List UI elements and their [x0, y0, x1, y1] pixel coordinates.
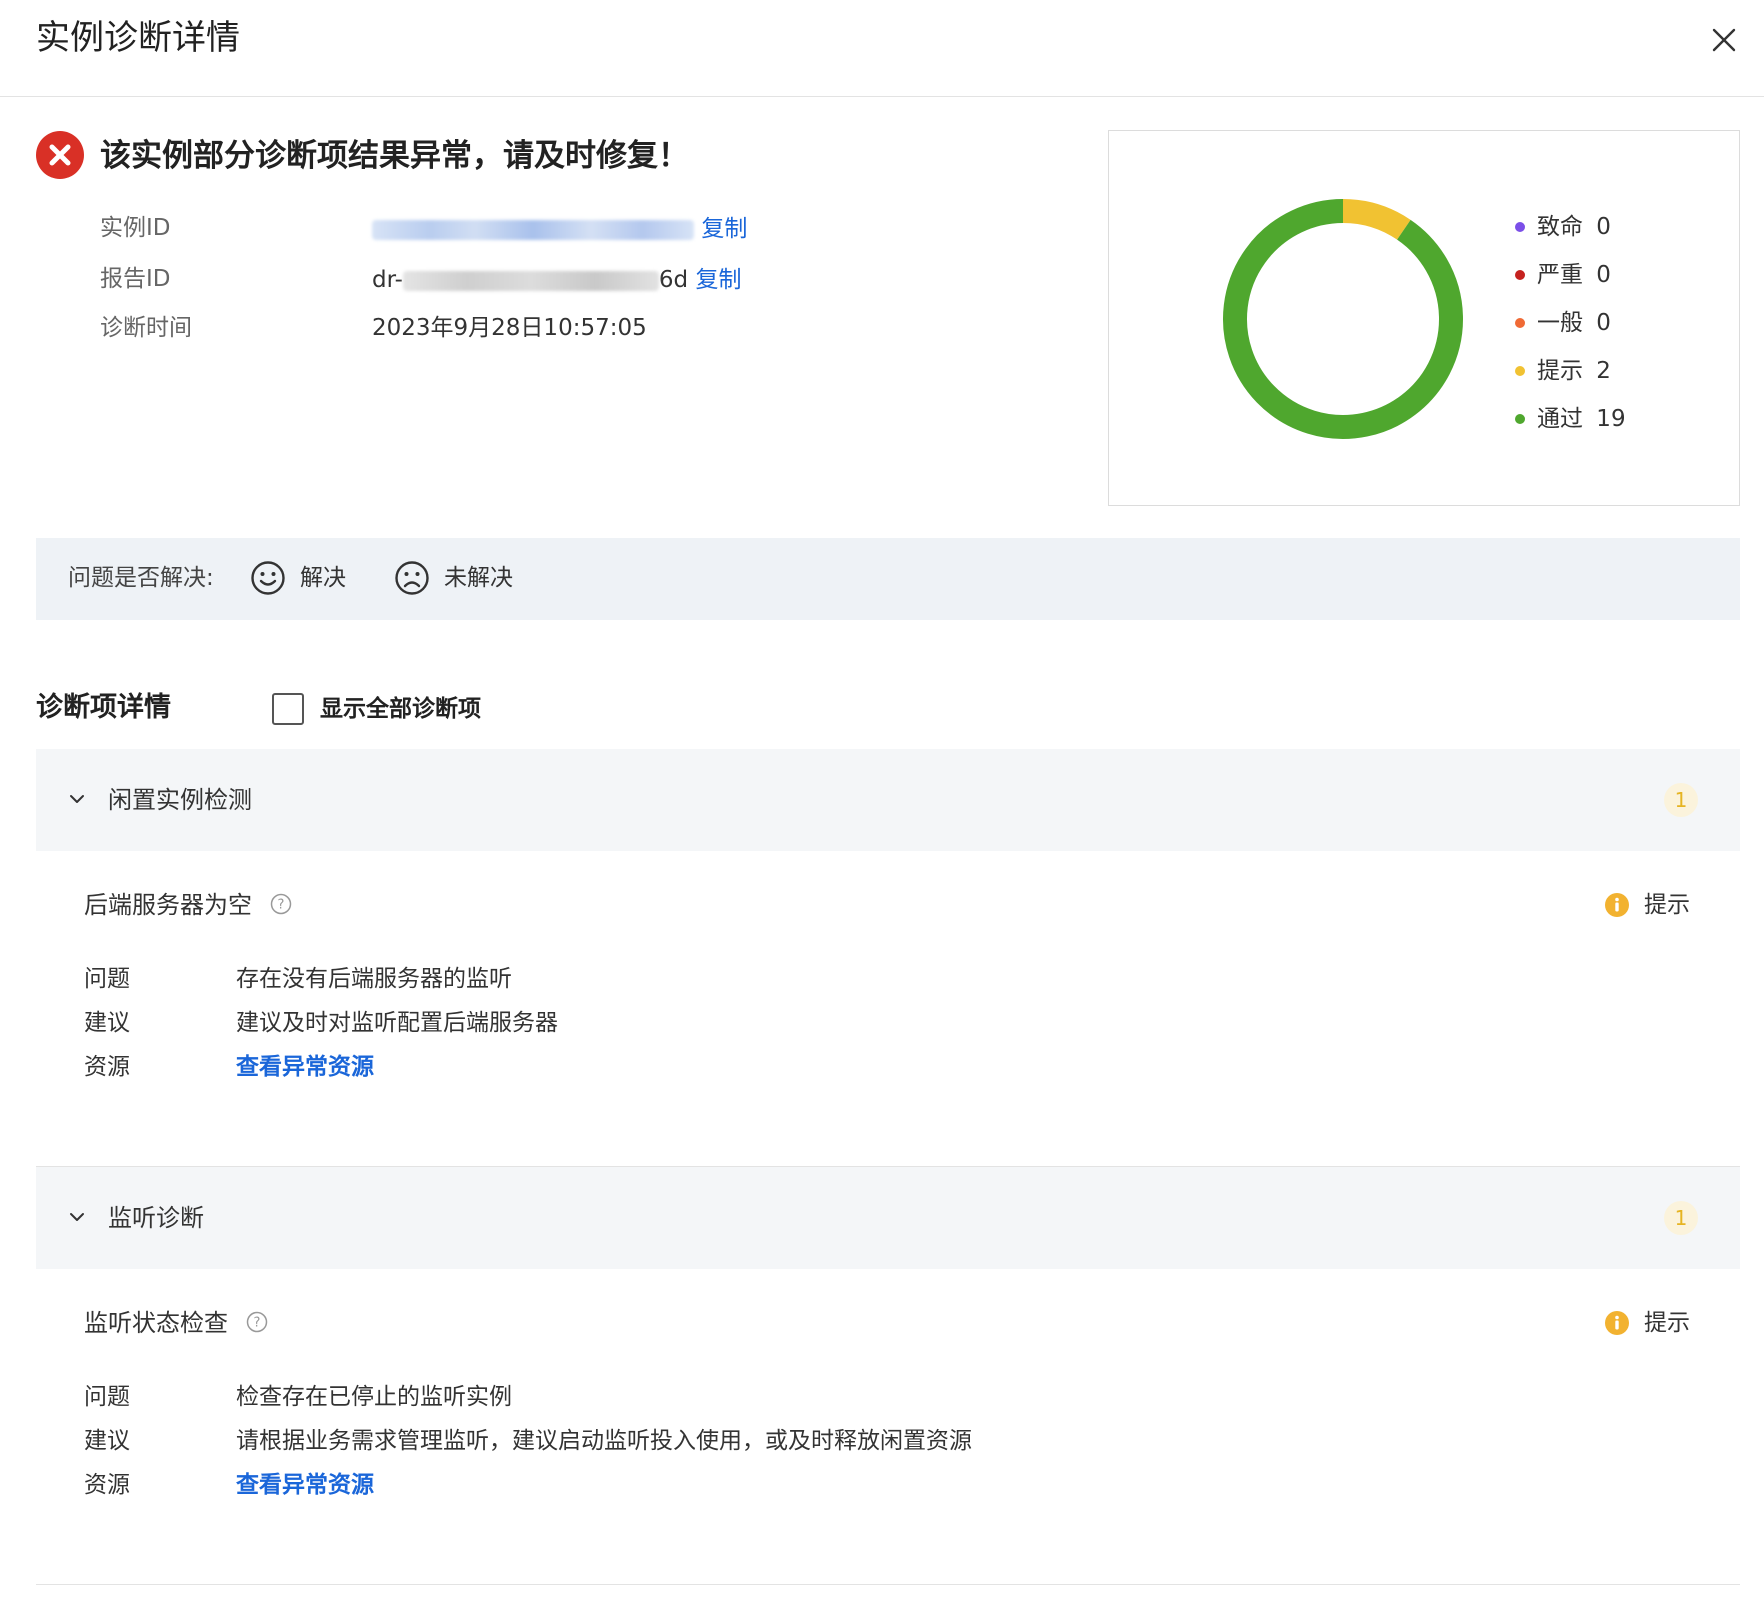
dialog-header: 实例诊断详情	[0, 0, 1764, 97]
report-id-value: dr- 6d 复制	[372, 263, 741, 297]
donut-slice-4	[1342, 199, 1411, 240]
feedback-bar: 问题是否解决: 解决 未解决	[36, 538, 1740, 620]
legend-value: 2	[1589, 358, 1611, 384]
diagnosis-time-label: 诊断时间	[100, 315, 192, 341]
legend-label: 严重	[1537, 262, 1583, 288]
group-title: 闲置实例检测	[108, 786, 252, 814]
level-indicator: 提示	[1604, 887, 1714, 923]
frown-icon	[395, 561, 429, 595]
diagnosis-time-value: 2023年9月28日10:57:05	[372, 315, 647, 341]
help-icon[interactable]: ?	[246, 1311, 268, 1333]
smile-icon	[251, 561, 285, 595]
svg-text:?: ?	[253, 1316, 260, 1331]
advice-label: 建议	[84, 1428, 130, 1454]
legend-label: 通过	[1537, 406, 1583, 432]
copy-instance-id-link[interactable]: 复制	[701, 216, 747, 242]
legend-dot	[1515, 318, 1525, 328]
resolved-label: 解决	[300, 565, 346, 591]
legend-item: 致命 0	[1515, 203, 1626, 251]
legend-label: 致命	[1537, 214, 1583, 240]
level-label: 提示	[1644, 1310, 1690, 1336]
diagnosis-details-title: 诊断项详情	[36, 692, 171, 723]
unresolved-button[interactable]: 未解决	[394, 558, 534, 598]
info-icon	[1605, 893, 1629, 917]
resolved-button[interactable]: 解决	[250, 558, 360, 598]
show-all-label: 显示全部诊断项	[320, 696, 481, 722]
item-title-text: 后端服务器为空	[84, 891, 252, 919]
chart-legend: 致命 0 严重 0 一般 0 提示 2 通过 19	[1515, 203, 1626, 443]
info-icon	[1605, 1311, 1629, 1335]
legend-dot	[1515, 366, 1525, 376]
item-title: 监听状态检查 ?	[84, 1305, 268, 1341]
problem-label: 问题	[84, 1384, 130, 1410]
level-indicator: 提示	[1604, 1305, 1714, 1341]
legend-item: 一般 0	[1515, 299, 1626, 347]
report-id-prefix: dr-	[372, 267, 403, 293]
legend-item: 提示 2	[1515, 347, 1626, 395]
legend-value: 0	[1589, 262, 1611, 288]
legend-value: 19	[1589, 406, 1626, 432]
group-title: 监听诊断	[108, 1204, 204, 1232]
advice-label: 建议	[84, 1010, 130, 1036]
group-header-idle-instance[interactable]: 闲置实例检测 1	[36, 749, 1740, 851]
copy-report-id-link[interactable]: 复制	[695, 267, 741, 293]
advice-value: 建议及时对监听配置后端服务器	[236, 1010, 558, 1036]
resource-label: 资源	[84, 1472, 130, 1498]
group-count-badge: 1	[1664, 783, 1698, 817]
legend-item: 严重 0	[1515, 251, 1626, 299]
group-divider	[36, 1584, 1740, 1585]
group-count-badge: 1	[1664, 1201, 1698, 1235]
diagnosis-result-chart: 致命 0 严重 0 一般 0 提示 2 通过 19	[1108, 130, 1740, 506]
donut-slice-5	[1223, 199, 1463, 439]
instance-id-value: yg 复制	[372, 212, 747, 246]
unresolved-label: 未解决	[444, 565, 513, 591]
svg-text:?: ?	[277, 898, 284, 913]
resource-label: 资源	[84, 1054, 130, 1080]
legend-dot	[1515, 414, 1525, 424]
legend-value: 0	[1589, 214, 1611, 240]
close-icon[interactable]	[1704, 20, 1744, 60]
view-abnormal-resources-link[interactable]: 查看异常资源	[236, 1468, 374, 1502]
diagnosis-status-message: 该实例部分诊断项结果异常，请及时修复！	[100, 138, 689, 174]
item-title: 后端服务器为空 ?	[84, 887, 292, 923]
view-abnormal-resources-link[interactable]: 查看异常资源	[236, 1050, 374, 1084]
report-id-label: 报告ID	[100, 266, 171, 292]
problem-value: 存在没有后端服务器的监听	[236, 966, 512, 992]
legend-dot	[1515, 270, 1525, 280]
error-circle-icon	[36, 131, 84, 179]
legend-value: 0	[1589, 310, 1611, 336]
redacted-report-id	[402, 270, 659, 291]
feedback-label: 问题是否解决:	[68, 565, 214, 591]
show-all-checkbox[interactable]: 显示全部诊断项	[272, 692, 502, 726]
report-id-suffix: 6d	[658, 267, 689, 293]
help-icon[interactable]: ?	[270, 893, 292, 915]
legend-dot	[1515, 222, 1525, 232]
level-label: 提示	[1644, 892, 1690, 918]
legend-label: 提示	[1537, 358, 1583, 384]
dialog-title: 实例诊断详情	[36, 18, 240, 58]
checkbox-box[interactable]	[272, 693, 304, 725]
advice-value: 请根据业务需求管理监听，建议启动监听投入使用，或及时释放闲置资源	[236, 1428, 972, 1454]
legend-label: 一般	[1537, 310, 1583, 336]
group-header-listener[interactable]: 监听诊断 1	[36, 1167, 1740, 1269]
chevron-down-icon	[70, 1213, 84, 1221]
instance-id-label: 实例ID	[100, 215, 171, 241]
problem-label: 问题	[84, 966, 130, 992]
problem-value: 检查存在已停止的监听实例	[236, 1384, 512, 1410]
chevron-down-icon	[70, 795, 84, 803]
legend-item: 通过 19	[1515, 395, 1626, 443]
redacted-instance-id	[372, 219, 694, 240]
donut-chart	[1223, 199, 1463, 439]
item-title-text: 监听状态检查	[84, 1309, 228, 1337]
